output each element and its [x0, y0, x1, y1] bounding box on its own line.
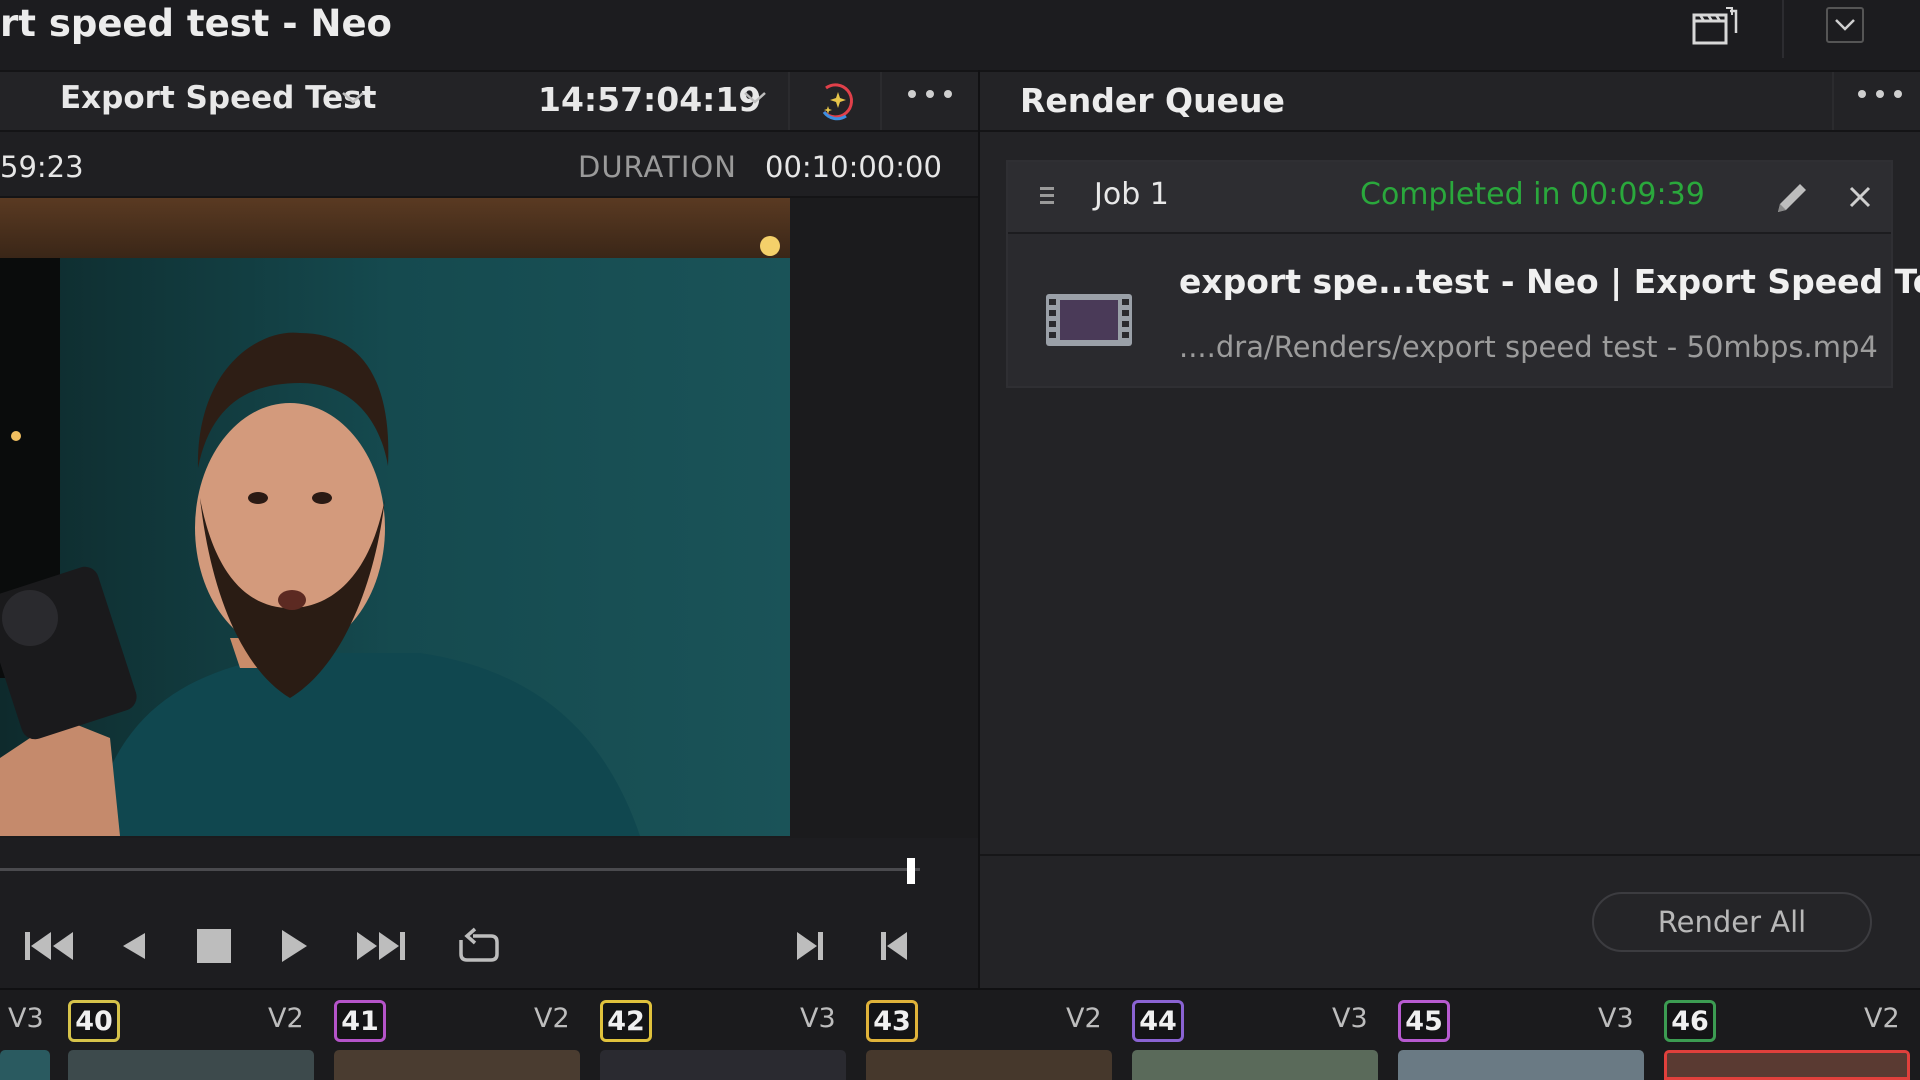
- clip-track-label: V2: [1864, 1003, 1900, 1034]
- clip-thumbnail[interactable]: [600, 1050, 846, 1080]
- scrub-bar-area: [0, 838, 978, 904]
- clapperboard-icon[interactable]: [1690, 5, 1740, 49]
- scrub-bar[interactable]: [0, 868, 920, 871]
- skip-forward-icon: [357, 932, 405, 960]
- remove-job-button[interactable]: [1846, 183, 1874, 215]
- step-back-button[interactable]: [106, 918, 162, 974]
- job-status: Completed in 00:09:39: [1360, 177, 1705, 212]
- more-options-icon[interactable]: [1856, 86, 1904, 105]
- source-timecode: 59:23: [0, 150, 84, 184]
- clip-track-label: V2: [1066, 1003, 1102, 1034]
- clip-number-badge[interactable]: 44: [1132, 1000, 1184, 1042]
- job-name: Job 1: [1094, 177, 1169, 212]
- title-separator: [1782, 0, 1784, 58]
- timecode-display[interactable]: 14:57:04:19: [538, 80, 761, 119]
- timeline-selector[interactable]: Export Speed Test: [60, 80, 376, 116]
- stop-button[interactable]: [186, 918, 242, 974]
- previous-clip-icon: [881, 932, 907, 960]
- clip-thumbnail[interactable]: [334, 1050, 580, 1080]
- play-icon: [282, 930, 307, 962]
- collapse-button[interactable]: [1826, 7, 1864, 43]
- render-all-button[interactable]: Render All: [1592, 892, 1872, 952]
- stop-icon: [197, 929, 231, 963]
- mark-in-button[interactable]: [866, 918, 922, 974]
- close-icon: [1849, 186, 1871, 208]
- clip-number-badge[interactable]: 40: [68, 1000, 120, 1042]
- drag-handle-icon[interactable]: [1040, 184, 1054, 212]
- film-icon: [1046, 294, 1132, 346]
- clip-track-label: V2: [268, 1003, 304, 1034]
- next-clip-icon: [797, 932, 823, 960]
- clip-thumbnail[interactable]: [1132, 1050, 1378, 1080]
- jump-to-end-button[interactable]: [352, 918, 408, 974]
- loop-icon: [459, 927, 499, 962]
- more-options-icon[interactable]: [906, 86, 954, 105]
- clip-track-label: V2: [534, 1003, 570, 1034]
- clip-thumbnail[interactable]: [0, 1050, 50, 1080]
- clip-number-badge[interactable]: 42: [600, 1000, 652, 1042]
- clip-track-label: V3: [1598, 1003, 1634, 1034]
- clip-thumbnail[interactable]: [1398, 1050, 1644, 1080]
- duration-value: 00:10:00:00: [765, 150, 942, 184]
- magic-mask-icon[interactable]: [814, 78, 860, 124]
- job-title: export spe...test - Neo | Export Speed T…: [1179, 262, 1920, 301]
- skip-back-icon: [25, 932, 73, 960]
- clip-number-badge[interactable]: 43: [866, 1000, 918, 1042]
- chevron-down-icon: [1835, 19, 1855, 31]
- job-output-path: ....dra/Renders/export speed test - 50mb…: [1179, 330, 1878, 364]
- duration-label: DURATION: [578, 150, 737, 184]
- reverse-icon: [123, 933, 145, 959]
- clip-number-badge[interactable]: 45: [1398, 1000, 1450, 1042]
- pencil-icon: [1778, 184, 1806, 212]
- playhead[interactable]: [906, 858, 915, 884]
- header-separator: [1832, 72, 1834, 130]
- clip-number-badge[interactable]: 46: [1664, 1000, 1716, 1042]
- clip-number-badge[interactable]: 41: [334, 1000, 386, 1042]
- clip-track-label: V3: [8, 1003, 44, 1034]
- edit-job-button[interactable]: [1772, 180, 1810, 222]
- header-separator: [880, 72, 882, 130]
- clip-thumbnail[interactable]: [68, 1050, 314, 1080]
- header-separator: [788, 72, 790, 130]
- chevron-down-icon[interactable]: [340, 90, 366, 110]
- clip-track-label: V3: [1332, 1003, 1368, 1034]
- video-frame[interactable]: [0, 198, 790, 836]
- clip-thumbnail[interactable]: [866, 1050, 1112, 1080]
- play-button[interactable]: [266, 918, 322, 974]
- loop-button[interactable]: [450, 918, 506, 974]
- clip-track-label: V3: [800, 1003, 836, 1034]
- clip-thumbnail[interactable]: [1664, 1050, 1910, 1080]
- jump-to-start-button[interactable]: [22, 918, 78, 974]
- render-queue-title: Render Queue: [1020, 81, 1285, 120]
- chevron-down-icon[interactable]: [742, 90, 768, 110]
- mark-out-button[interactable]: [782, 918, 838, 974]
- project-title: rt speed test - Neo: [0, 2, 392, 45]
